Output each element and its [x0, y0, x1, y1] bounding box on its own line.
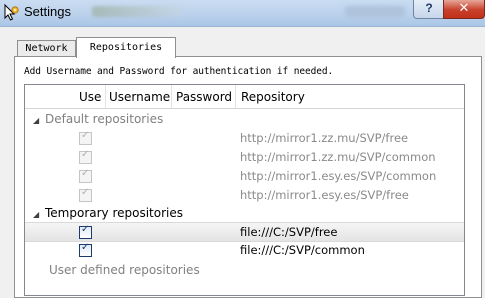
blurred-region-right: [345, 6, 405, 17]
auth-hint-text: Add Username and Password for authentica…: [24, 66, 334, 77]
list-item[interactable]: file:///C:/SVP/common: [25, 241, 464, 259]
repository-url: http://mirror1.esy.es/SVP/free: [240, 188, 409, 202]
use-checkbox: [79, 130, 92, 145]
settings-app-icon: [4, 3, 19, 21]
column-divider[interactable]: [171, 85, 172, 108]
group-label: Temporary repositories: [45, 206, 184, 220]
blurred-region: [92, 6, 182, 17]
use-checkbox[interactable]: [79, 224, 92, 239]
collapse-arrow-icon[interactable]: ◢: [33, 210, 45, 219]
list-item[interactable]: http://mirror1.esy.es/SVP/free: [25, 186, 464, 204]
group-default-repositories[interactable]: ◢ Default repositories: [33, 112, 163, 126]
use-checkbox: [79, 187, 92, 202]
title-bar: Settings ? ✕: [0, 0, 485, 27]
repository-url: http://mirror1.esy.es/SVP/common: [240, 169, 437, 183]
list-item[interactable]: file:///C:/SVP/free: [25, 222, 464, 242]
group-user-defined-repositories[interactable]: User defined repositories: [49, 263, 200, 277]
repository-list[interactable]: Use Username Password Repository ◢ Defaul…: [24, 84, 465, 296]
column-repository[interactable]: Repository: [241, 90, 305, 104]
close-button[interactable]: ✕: [443, 0, 485, 19]
help-button[interactable]: ?: [413, 0, 445, 19]
column-username[interactable]: Username: [109, 90, 170, 104]
repository-url: http://mirror1.zz.mu/SVP/common: [240, 150, 436, 164]
use-checkbox: [79, 168, 92, 183]
group-label: User defined repositories: [49, 263, 200, 277]
collapse-arrow-icon[interactable]: ◢: [33, 116, 45, 125]
list-item[interactable]: http://mirror1.esy.es/SVP/common: [25, 167, 464, 185]
window-title: Settings: [24, 4, 71, 19]
column-divider[interactable]: [105, 85, 106, 108]
use-checkbox[interactable]: [79, 242, 92, 257]
column-use[interactable]: Use: [79, 90, 101, 104]
list-item[interactable]: http://mirror1.zz.mu/SVP/free: [25, 129, 464, 147]
repository-url: http://mirror1.zz.mu/SVP/free: [240, 131, 409, 145]
column-password[interactable]: Password: [176, 90, 232, 104]
use-checkbox: [79, 149, 92, 164]
repository-url: file:///C:/SVP/free: [240, 225, 338, 239]
group-temporary-repositories[interactable]: ◢ Temporary repositories: [33, 206, 183, 220]
list-item[interactable]: http://mirror1.zz.mu/SVP/common: [25, 148, 464, 166]
repository-url: file:///C:/SVP/common: [240, 243, 365, 257]
column-divider[interactable]: [235, 85, 236, 108]
group-label: Default repositories: [45, 112, 164, 126]
tab-network[interactable]: Network: [17, 40, 76, 56]
tab-repositories[interactable]: Repositories: [76, 37, 176, 58]
list-header: Use Username Password Repository: [25, 85, 464, 109]
